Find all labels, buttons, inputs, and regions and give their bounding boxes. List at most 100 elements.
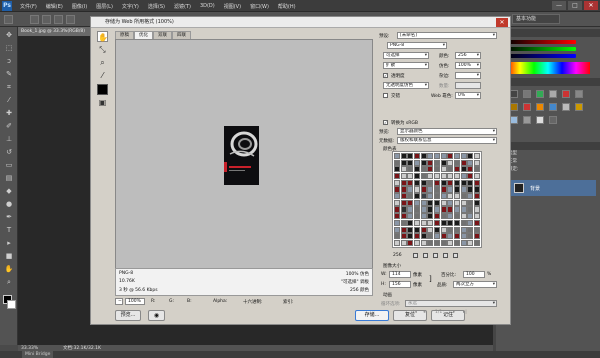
color-table-cell[interactable]: [440, 206, 447, 213]
history-brush-icon[interactable]: ↺: [4, 148, 14, 157]
color-table-cell[interactable]: [440, 233, 447, 240]
style-swatch[interactable]: [510, 103, 518, 111]
blur-tool-icon[interactable]: ◆: [4, 187, 14, 196]
frame-first-icon[interactable]: |◂: [413, 310, 417, 315]
color-table-cell[interactable]: [433, 173, 441, 180]
color-table-cell[interactable]: [407, 199, 414, 206]
color-table-cell[interactable]: [427, 173, 434, 180]
color-table-cell[interactable]: [407, 219, 414, 226]
blue-slider[interactable]: [506, 54, 576, 58]
color-table-cell[interactable]: [440, 213, 447, 220]
background-color-swatch[interactable]: [7, 300, 16, 309]
color-table-cell[interactable]: [394, 233, 401, 240]
style-swatch[interactable]: [575, 103, 583, 111]
dialog-close-button[interactable]: ✕: [496, 18, 508, 27]
height-input[interactable]: 156: [389, 281, 411, 288]
color-table-cell[interactable]: [440, 159, 447, 166]
color-table-cell[interactable]: [427, 186, 434, 193]
color-table-cell[interactable]: [440, 199, 447, 206]
style-swatch[interactable]: [549, 90, 557, 98]
color-table-cell[interactable]: [453, 213, 461, 220]
format-select[interactable]: PNG-8: [387, 42, 447, 49]
color-table-cell[interactable]: [440, 193, 447, 200]
intersect-selection-icon[interactable]: [66, 15, 75, 24]
color-table-cell[interactable]: [433, 193, 441, 200]
new-selection-icon[interactable]: [30, 15, 39, 24]
style-swatch[interactable]: [510, 116, 518, 124]
style-swatch[interactable]: [575, 90, 583, 98]
marquee-tool-icon[interactable]: ⬚: [4, 44, 14, 53]
color-table-cell[interactable]: [394, 206, 401, 213]
matte-select[interactable]: [455, 72, 481, 79]
colors-select[interactable]: 256: [455, 52, 481, 59]
layer-row-background[interactable]: 背景: [506, 180, 596, 196]
zoom-tool-icon[interactable]: ⌕: [97, 57, 108, 68]
style-swatch[interactable]: [536, 103, 544, 111]
stamp-tool-icon[interactable]: ⊥: [4, 135, 14, 144]
menu-view[interactable]: 视图(V): [224, 3, 241, 10]
color-table-cell[interactable]: [427, 226, 434, 233]
interlaced-checkbox[interactable]: [383, 93, 388, 98]
color-table-cell[interactable]: [440, 219, 447, 226]
style-swatch[interactable]: [523, 116, 531, 124]
brush-tool-icon[interactable]: ✐: [4, 122, 14, 131]
color-table-cell[interactable]: [413, 159, 421, 166]
amount-input[interactable]: [455, 82, 481, 89]
color-table-cell[interactable]: [407, 173, 414, 180]
color-table-cell[interactable]: [467, 186, 474, 193]
color-table-cell[interactable]: [394, 239, 401, 246]
color-table-cell[interactable]: [467, 219, 474, 226]
color-table-cell[interactable]: [460, 173, 467, 180]
color-table-cell[interactable]: [400, 219, 407, 226]
style-swatch[interactable]: [510, 90, 518, 98]
close-button[interactable]: ✕: [584, 1, 598, 10]
color-table-cell[interactable]: [460, 226, 467, 233]
color-table-cell[interactable]: [440, 239, 447, 246]
color-table-cell[interactable]: [460, 206, 467, 213]
color-table-cell[interactable]: [407, 186, 414, 193]
color-table-cell[interactable]: [427, 233, 434, 240]
color-table-cell[interactable]: [460, 179, 467, 186]
color-table-cell[interactable]: [394, 193, 401, 200]
image-preview-area[interactable]: [115, 39, 373, 287]
color-table-cell[interactable]: [447, 193, 454, 200]
color-table-cell[interactable]: [433, 166, 441, 173]
color-table-cell[interactable]: [467, 193, 474, 200]
shape-tool-icon[interactable]: ■: [4, 252, 14, 261]
color-table-cell[interactable]: [400, 239, 407, 246]
color-table-cell[interactable]: [440, 173, 447, 180]
color-table-cell[interactable]: [473, 173, 480, 180]
color-table-cell[interactable]: [407, 239, 414, 246]
transparency-dither-select[interactable]: 无透明度仿色: [383, 82, 429, 89]
path-select-tool-icon[interactable]: ▸: [4, 239, 14, 248]
hand-tool-icon[interactable]: ✋: [97, 31, 108, 42]
color-table-cell[interactable]: [467, 173, 474, 180]
color-table-cell[interactable]: [473, 199, 480, 206]
blend-mode[interactable]: 正常: [496, 158, 600, 166]
color-table-cell[interactable]: [453, 206, 461, 213]
zoom-minus-button[interactable]: −: [115, 298, 123, 305]
menu-layer[interactable]: 图层(L): [96, 3, 113, 10]
menu-help[interactable]: 帮助(H): [278, 3, 296, 10]
color-table-cell[interactable]: [467, 166, 474, 173]
color-table-cell[interactable]: [453, 173, 461, 180]
color-table-cell[interactable]: [440, 153, 447, 160]
color-table-cell[interactable]: [467, 226, 474, 233]
zoom-select[interactable]: 100%: [125, 298, 145, 305]
color-table-cell[interactable]: [427, 219, 434, 226]
menu-edit[interactable]: 编辑(E): [46, 3, 63, 10]
color-table-cell[interactable]: [420, 186, 427, 193]
color-table-cell[interactable]: [413, 166, 421, 173]
color-table-cell[interactable]: [460, 159, 467, 166]
color-table-cell[interactable]: [460, 186, 467, 193]
color-table-cell[interactable]: [394, 166, 401, 173]
style-swatch[interactable]: [523, 103, 531, 111]
frame-next-icon[interactable]: ▸: [453, 310, 455, 315]
color-table-cell[interactable]: [413, 153, 421, 160]
delete-color-icon[interactable]: [453, 253, 458, 258]
slice-select-tool-icon[interactable]: ⤡: [97, 44, 108, 55]
menu-filter[interactable]: 滤镜(T): [174, 3, 191, 10]
color-table-cell[interactable]: [473, 193, 480, 200]
green-slider[interactable]: [506, 47, 576, 51]
color-table-cell[interactable]: [413, 199, 421, 206]
